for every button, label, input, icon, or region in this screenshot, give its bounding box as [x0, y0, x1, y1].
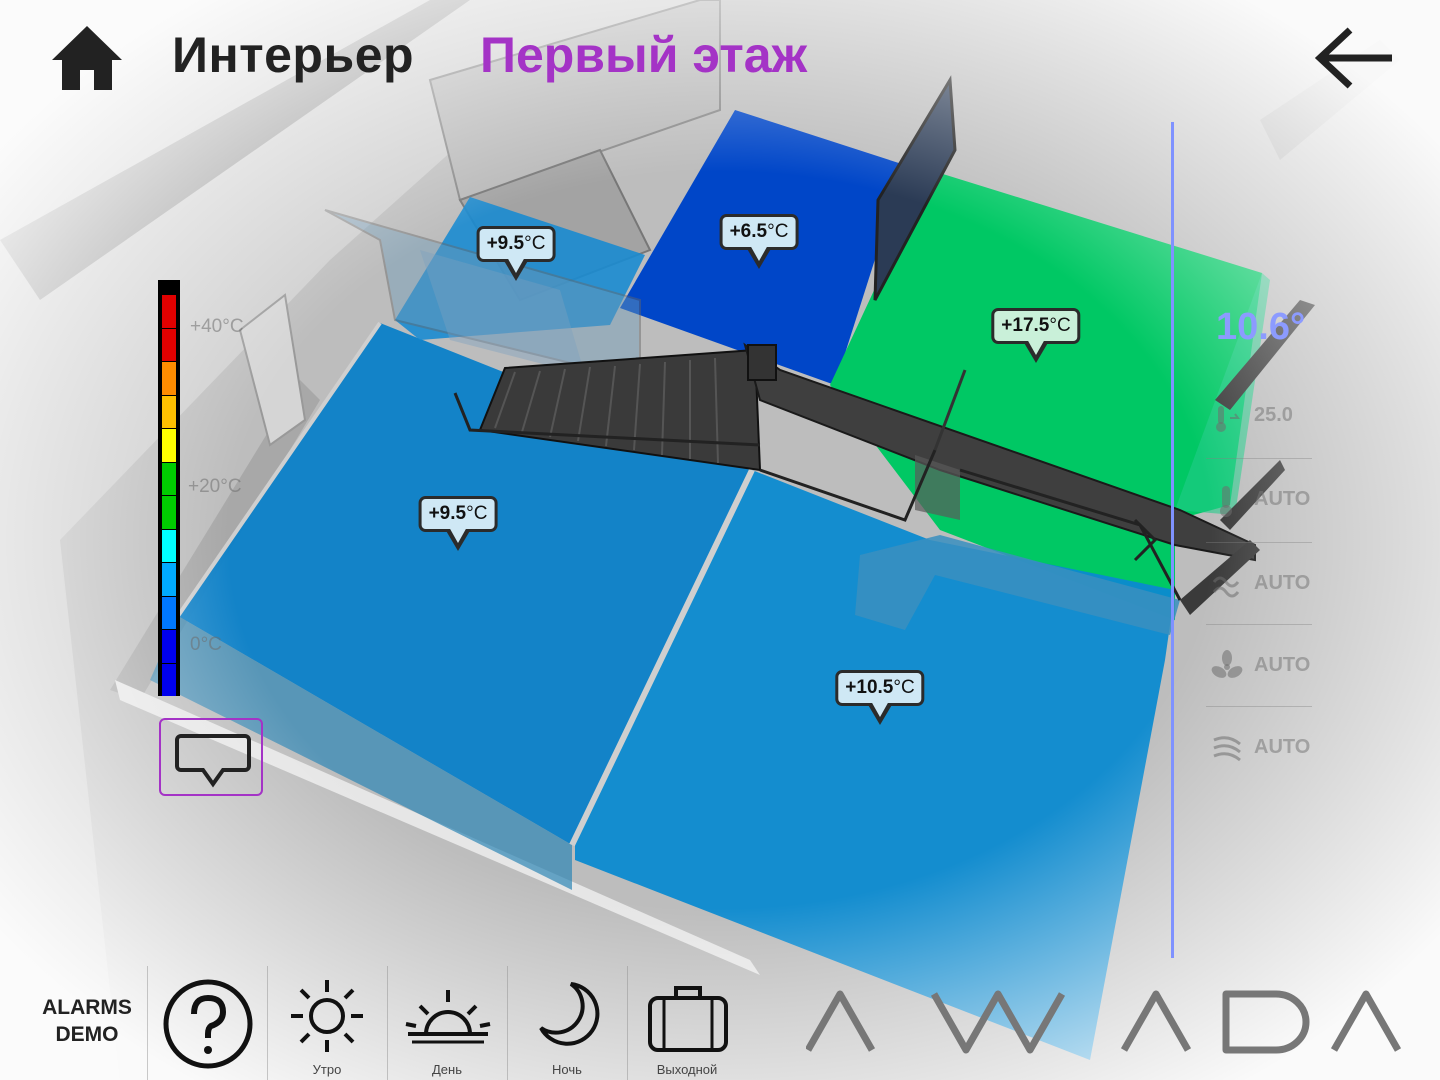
floor-selector[interactable]: Первый этаж [480, 26, 807, 84]
thermometer-icon [1220, 486, 1232, 517]
scene-weekend-button[interactable]: Выходной [628, 966, 746, 1080]
room-temp-value: +6.5 [729, 221, 768, 242]
room-temp-unit: °C [767, 221, 789, 242]
page-title: Интерьер [172, 27, 415, 83]
question-circle-icon [163, 979, 253, 1069]
scale-segment [162, 328, 176, 361]
scene-morning-button[interactable]: Утро [268, 966, 386, 1080]
room-temp-value: +10.5 [845, 677, 894, 698]
comments-toggle-button[interactable] [159, 718, 263, 796]
room-temp-value: +9.5 [428, 503, 467, 524]
home-icon [52, 26, 122, 90]
scene-day-button[interactable]: День [388, 966, 506, 1080]
room-temp-unit: °C [524, 233, 546, 254]
scale-segment [162, 663, 176, 696]
room-temp-unit: °C [893, 677, 915, 698]
scale-segment [162, 295, 176, 328]
control-value: AUTO [1254, 654, 1311, 676]
arrow-left-icon [1314, 27, 1392, 89]
suitcase-icon [648, 986, 728, 1052]
sun-icon [291, 980, 363, 1052]
thermometer-arrow-icon [1216, 406, 1240, 432]
setpoint-value[interactable]: 10.6° [1216, 306, 1305, 349]
scene-label: Выходной [656, 1062, 718, 1077]
room-temp-unit: °C [466, 503, 488, 524]
scale-segment [162, 496, 176, 529]
scale-label: +40°C [190, 316, 244, 337]
wave-icon [1212, 576, 1240, 598]
scale-segment [162, 630, 176, 663]
scene-label: Ночь [552, 1062, 582, 1077]
room-temp-value: +17.5 [1001, 315, 1050, 336]
brand-logo [806, 990, 1402, 1054]
room-temp-unit: °C [1049, 315, 1071, 336]
scene-label: Утро [312, 1062, 342, 1077]
home-button[interactable] [48, 22, 126, 94]
sunrise-icon [405, 990, 491, 1044]
speech-bubble-icon [175, 734, 251, 788]
room-temp-label[interactable]: +9.5°C [461, 226, 571, 286]
control-row-thermostat[interactable]: AUTO [1206, 462, 1314, 542]
scale-segment [162, 362, 176, 395]
scale-label: +20°C [188, 476, 242, 497]
control-value: AUTO [1254, 572, 1311, 594]
fan-icon [1211, 650, 1243, 678]
alarms-label: ALARMS [42, 996, 132, 1019]
control-value: 25.0 [1254, 404, 1293, 426]
scale-segment [162, 462, 176, 495]
temperature-scale-bar [158, 280, 180, 696]
room-temp-label[interactable]: +17.5°C [981, 308, 1091, 368]
control-row-heating[interactable]: AUTO [1206, 710, 1314, 790]
control-row-fan[interactable]: AUTO [1206, 628, 1314, 708]
scale-segment [162, 429, 176, 462]
room-temp-label[interactable]: +9.5°C [403, 496, 513, 556]
back-button[interactable] [1312, 24, 1396, 92]
scale-segment [162, 563, 176, 596]
scale-segment [162, 395, 176, 428]
room-temp-value: +9.5 [486, 233, 525, 254]
zone-divider-line [1171, 122, 1174, 958]
control-value: AUTO [1254, 736, 1311, 758]
control-value: AUTO [1254, 488, 1311, 510]
heat-waves-icon [1213, 736, 1241, 762]
demo-label: DEMO [55, 1023, 119, 1046]
control-row-mode[interactable]: AUTO [1206, 546, 1314, 626]
alarms-demo-button[interactable]: ALARMS DEMO [28, 994, 146, 1048]
help-button[interactable] [148, 966, 266, 1080]
moon-icon [539, 982, 600, 1046]
scale-segment [162, 529, 176, 562]
scene-label: День [432, 1062, 462, 1077]
control-row-setpoint[interactable]: 25.0 [1206, 378, 1314, 458]
room-temp-label[interactable]: +10.5°C [825, 670, 935, 730]
scale-label: 0°C [190, 634, 222, 655]
scene-night-button[interactable]: Ночь [508, 966, 626, 1080]
scale-segment [162, 596, 176, 629]
room-temp-label[interactable]: +6.5°C [704, 214, 814, 274]
